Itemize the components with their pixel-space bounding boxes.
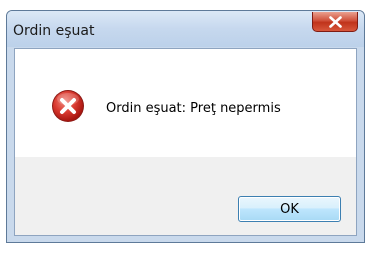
- ok-button[interactable]: OK: [238, 196, 341, 222]
- error-icon: [52, 90, 84, 122]
- close-button[interactable]: [312, 12, 358, 32]
- close-icon: [329, 16, 342, 28]
- dialog-client-area: Ordin eşuat: Preţ nepermis OK: [14, 48, 357, 236]
- message-area: Ordin eşuat: Preţ nepermis: [15, 49, 356, 157]
- dialog-window: Ordin eşuat Ordin eşuat: Preţ nepermis O…: [6, 10, 365, 243]
- error-message: Ordin eşuat: Preţ nepermis: [106, 101, 281, 116]
- title-bar[interactable]: Ordin eşuat: [7, 11, 364, 47]
- window-title: Ordin eşuat: [13, 23, 95, 39]
